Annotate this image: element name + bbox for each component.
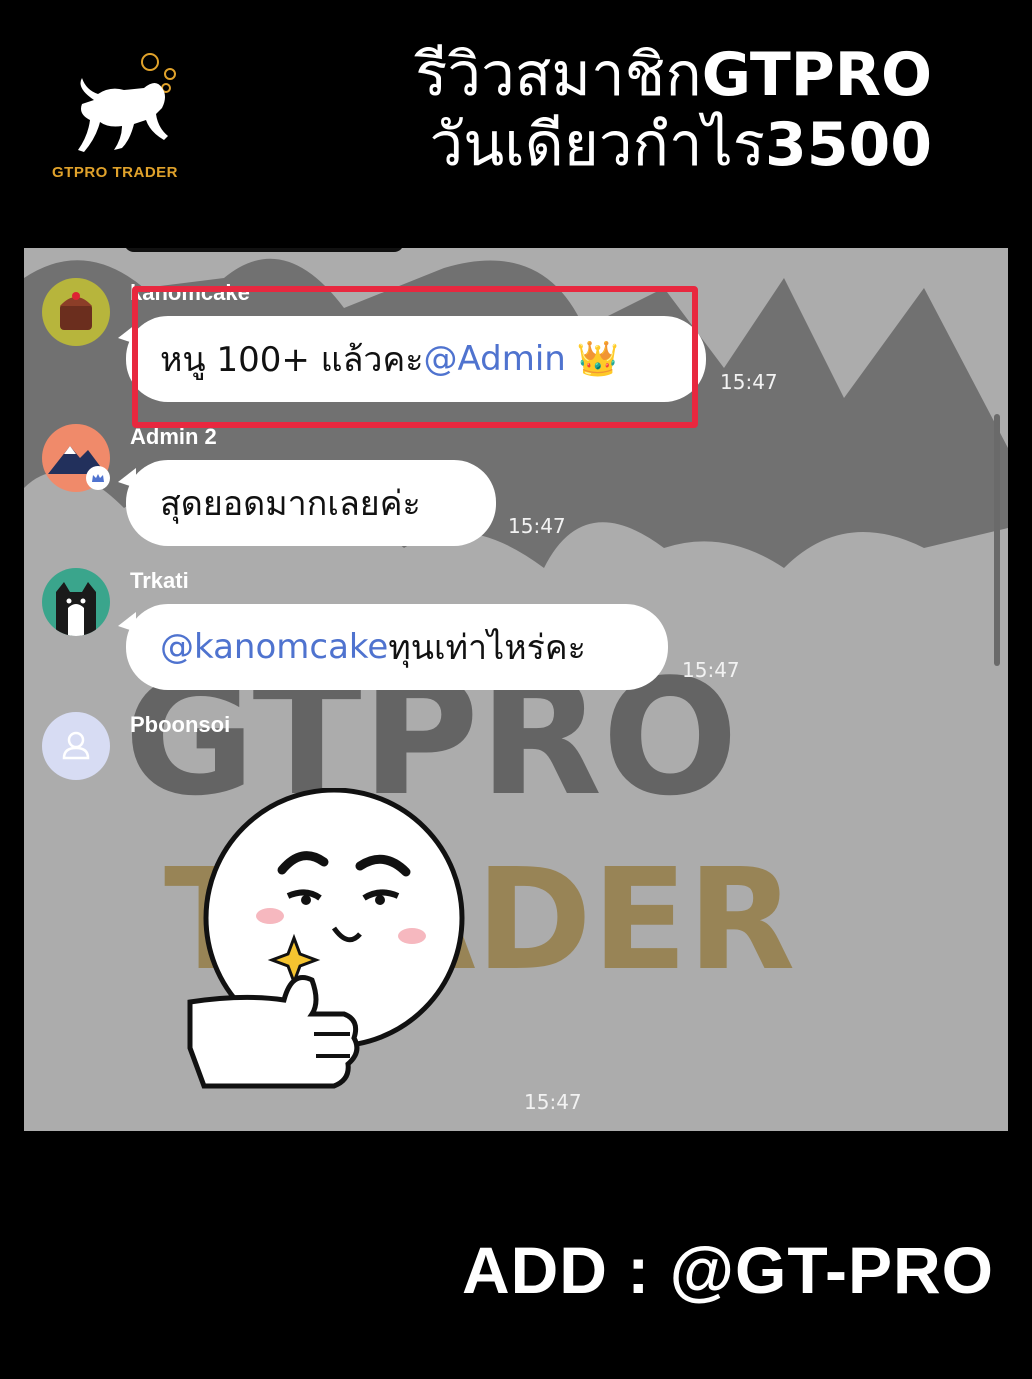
avatar-trkati[interactable] [42, 568, 110, 636]
mention-link[interactable]: @kanomcake [160, 627, 388, 667]
headline: รีวิวสมาชิกGTPRO วันเดียวกำไร3500 [415, 40, 932, 180]
admin-crown-icon [92, 474, 104, 482]
brand-logo: GTPRO TRADER [44, 44, 194, 189]
thumbs-up-sticker[interactable] [184, 788, 484, 1108]
message-bubble[interactable]: @kanomcake ทุนเท่าไหร่คะ [126, 604, 668, 690]
message-time: 15:47 [524, 1090, 582, 1114]
top-bar [124, 248, 404, 252]
brand-name: GTPRO TRADER [52, 164, 178, 181]
sender-name: Trkati [130, 568, 189, 593]
avatar-pboonsoi[interactable] [42, 712, 110, 780]
chat-screenshot: GTPRO TRADER kanomcake หนู 100+ แล้วคะ @… [24, 248, 1008, 1131]
default-user-icon [62, 731, 90, 760]
sender-name: Admin 2 [130, 424, 217, 449]
highlight-box [132, 286, 698, 428]
message-time: 15:47 [682, 658, 740, 682]
message-bubble[interactable]: สุดยอดมากเลยค่ะ [126, 460, 496, 546]
cake-icon [60, 292, 92, 330]
scrollbar[interactable] [994, 414, 1000, 666]
headline-line-2: วันเดียวกำไร3500 [429, 110, 932, 180]
avatar-kanomcake[interactable] [42, 278, 110, 346]
sender-name: Pboonsoi [130, 712, 231, 737]
admin-badge [86, 466, 110, 490]
bull-icon [78, 53, 176, 152]
headline-line-1: รีวิวสมาชิกGTPRO [415, 40, 932, 110]
add-line-id: ADD : @GT-PRO [461, 1233, 994, 1307]
message-time: 15:47 [508, 514, 566, 538]
cat-icon [56, 582, 96, 636]
message-time: 15:47 [720, 370, 778, 394]
